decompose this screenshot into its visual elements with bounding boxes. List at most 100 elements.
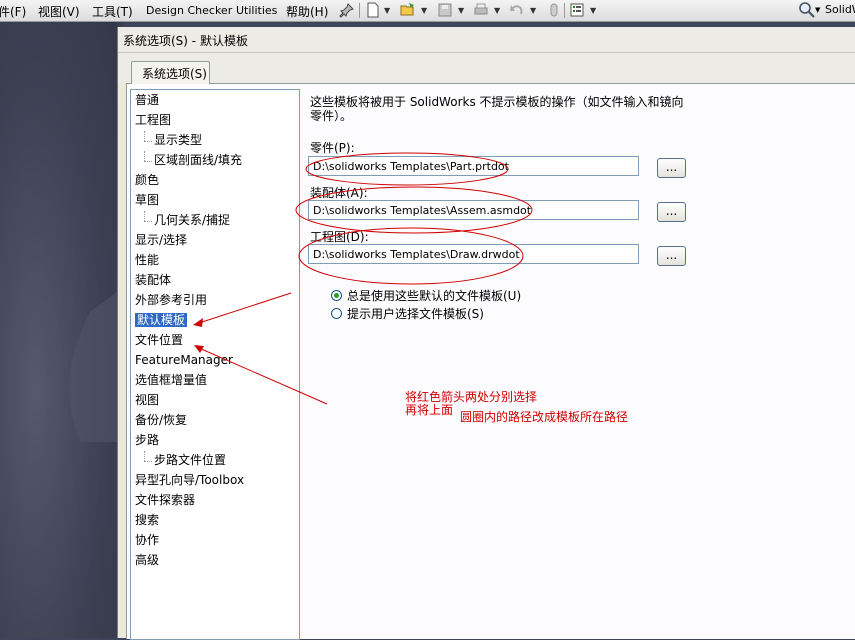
drawing-template-field[interactable] [308, 244, 639, 264]
tree-item-label: 搜索 [135, 513, 160, 527]
part-browse-button[interactable]: ... [657, 158, 686, 178]
drawing-label: 工程图(D): [310, 230, 369, 244]
search-icon [799, 2, 815, 18]
tree-item-label: 文件位置 [135, 333, 184, 347]
tree-item[interactable]: 几何关系/捕捉 [154, 211, 230, 229]
tree-item-label: 备份/恢复 [135, 413, 188, 427]
tree-item-label: 性能 [135, 253, 160, 267]
tree-item[interactable]: 外部参考引用 [135, 291, 207, 309]
tab-label: 系统选项(S) [142, 67, 207, 81]
radio-always-indicator[interactable] [331, 290, 342, 301]
tree-item[interactable]: 普通 [135, 91, 159, 109]
menu-file[interactable]: 件(F) [0, 3, 26, 20]
part-template-input[interactable] [309, 157, 638, 175]
options-tree[interactable]: 普通工程图显示类型区域剖面线/填充颜色草图几何关系/捕捉显示/选择性能装配体外部… [130, 89, 300, 640]
print-icon[interactable] [473, 2, 489, 18]
drawing-template-input[interactable] [309, 245, 638, 263]
new-document-icon[interactable] [365, 2, 381, 18]
options-dropdown-icon[interactable]: ▼ [590, 6, 596, 15]
tree-item[interactable]: 装配体 [135, 271, 171, 289]
tree-item-label: 几何关系/捕捉 [154, 213, 231, 227]
tree-item-label: 颜色 [135, 173, 160, 187]
tab-system-options[interactable]: 系统选项(S) [131, 61, 210, 84]
tree-item[interactable]: 视图 [135, 391, 159, 409]
options-list-icon[interactable] [569, 2, 585, 18]
tree-item-label: 高级 [135, 553, 160, 567]
tree-item[interactable]: 协作 [135, 531, 159, 549]
tree-item-label: 视图 [135, 393, 160, 407]
tree-item-label: 区域剖面线/填充 [154, 153, 243, 167]
annotation-line-3: 圆圈内的路径改成模板所在路径 [460, 410, 629, 424]
save-dropdown-icon[interactable]: ▼ [458, 6, 464, 15]
tree-item[interactable]: 默认模板 [135, 311, 188, 329]
tree-item-label: 工程图 [135, 113, 172, 127]
open-dropdown-icon[interactable]: ▼ [421, 6, 427, 15]
print-dropdown-icon[interactable]: ▼ [494, 6, 500, 15]
tree-item[interactable]: 步路 [135, 431, 159, 449]
tree-item[interactable]: 异型孔向导/Toolbox [135, 471, 244, 489]
radio-prompt-indicator[interactable] [331, 308, 342, 319]
menu-utilities[interactable]: Utilities [236, 4, 277, 17]
tree-item-label: 普通 [135, 93, 160, 107]
tree-item[interactable]: 搜索 [135, 511, 159, 529]
tree-item[interactable]: 性能 [135, 251, 159, 269]
tree-item[interactable]: 工程图 [135, 111, 171, 129]
radio-always-label: 总是使用这些默认的文件模板(U) [347, 289, 522, 303]
annotation-line-2: 再将上面 [405, 403, 454, 417]
pin-icon[interactable] [339, 2, 355, 18]
tree-item-label: 协作 [135, 533, 160, 547]
tree-item[interactable]: FeatureManager [135, 351, 233, 369]
dialog-title-bar: 系统选项(S) - 默认模板 [118, 27, 855, 53]
drawing-browse-button[interactable]: ... [657, 246, 686, 266]
search-text[interactable]: SolidW [825, 3, 855, 16]
tree-item-label: 选值框增量值 [135, 373, 208, 387]
tree-item[interactable]: 备份/恢复 [135, 411, 187, 429]
part-label: 零件(P): [310, 141, 355, 155]
menu-design-checker[interactable]: Design Checker [146, 4, 232, 17]
tree-item[interactable]: 步路文件位置 [154, 451, 226, 469]
menu-tools[interactable]: 工具(T) [92, 3, 133, 20]
tree-item[interactable]: 草图 [135, 191, 159, 209]
tree-item-label: 文件探索器 [135, 493, 196, 507]
tree-item[interactable]: 文件探索器 [135, 491, 195, 509]
tree-item[interactable]: 区域剖面线/填充 [154, 151, 242, 169]
tree-item-label: 显示类型 [154, 133, 203, 147]
desktop-background [0, 22, 117, 638]
tree-item[interactable]: 文件位置 [135, 331, 183, 349]
assembly-label: 装配体(A): [310, 186, 368, 200]
tree-item-label: FeatureManager [135, 353, 233, 367]
tree-item-label: 默认模板 [135, 313, 188, 327]
background-logo-icon [69, 292, 117, 442]
open-folder-icon[interactable] [400, 2, 416, 18]
assembly-template-input[interactable] [309, 201, 638, 219]
new-dropdown-icon[interactable]: ▼ [384, 6, 390, 15]
tree-item-label: 外部参考引用 [135, 293, 208, 307]
tree-item-label: 异型孔向导/Toolbox [135, 473, 245, 487]
save-icon[interactable] [437, 2, 453, 18]
rebuild-icon[interactable] [546, 2, 562, 18]
tree-item-label: 装配体 [135, 273, 172, 287]
tree-item[interactable]: 显示/选择 [135, 231, 187, 249]
tree-item-label: 步路文件位置 [154, 453, 227, 467]
tree-item[interactable]: 高级 [135, 551, 159, 569]
search-dropdown-icon[interactable]: ▼ [815, 6, 820, 14]
assembly-browse-button[interactable]: ... [657, 202, 686, 222]
assembly-template-field[interactable] [308, 200, 639, 220]
tree-item[interactable]: 显示类型 [154, 131, 202, 149]
part-template-field[interactable] [308, 156, 639, 176]
search-box[interactable]: ▼ SolidW [796, 0, 855, 20]
undo-icon[interactable] [509, 2, 525, 18]
tree-item-label: 显示/选择 [135, 233, 188, 247]
menu-view[interactable]: 视图(V) [38, 3, 80, 20]
dialog-title: 系统选项(S) - 默认模板 [123, 34, 248, 48]
menu-bar: 件(F) 视图(V) 工具(T) Design Checker Utilitie… [0, 0, 855, 22]
tree-item[interactable]: 颜色 [135, 171, 159, 189]
tree-item-label: 步路 [135, 433, 160, 447]
tree-item[interactable]: 选值框增量值 [135, 371, 207, 389]
description-text: 这些模板将被用于 SolidWorks 不提示模板的操作（如文件输入和镜向零件）… [310, 95, 684, 123]
radio-prompt-label: 提示用户选择文件模板(S) [347, 307, 484, 321]
menu-help[interactable]: 帮助(H) [286, 3, 328, 20]
undo-dropdown-icon[interactable]: ▼ [530, 6, 536, 15]
tree-item-label: 草图 [135, 193, 160, 207]
system-options-dialog: 系统选项(S) - 默认模板 系统选项(S) 普通工程图显示类型区域剖面线/填充… [117, 27, 855, 640]
